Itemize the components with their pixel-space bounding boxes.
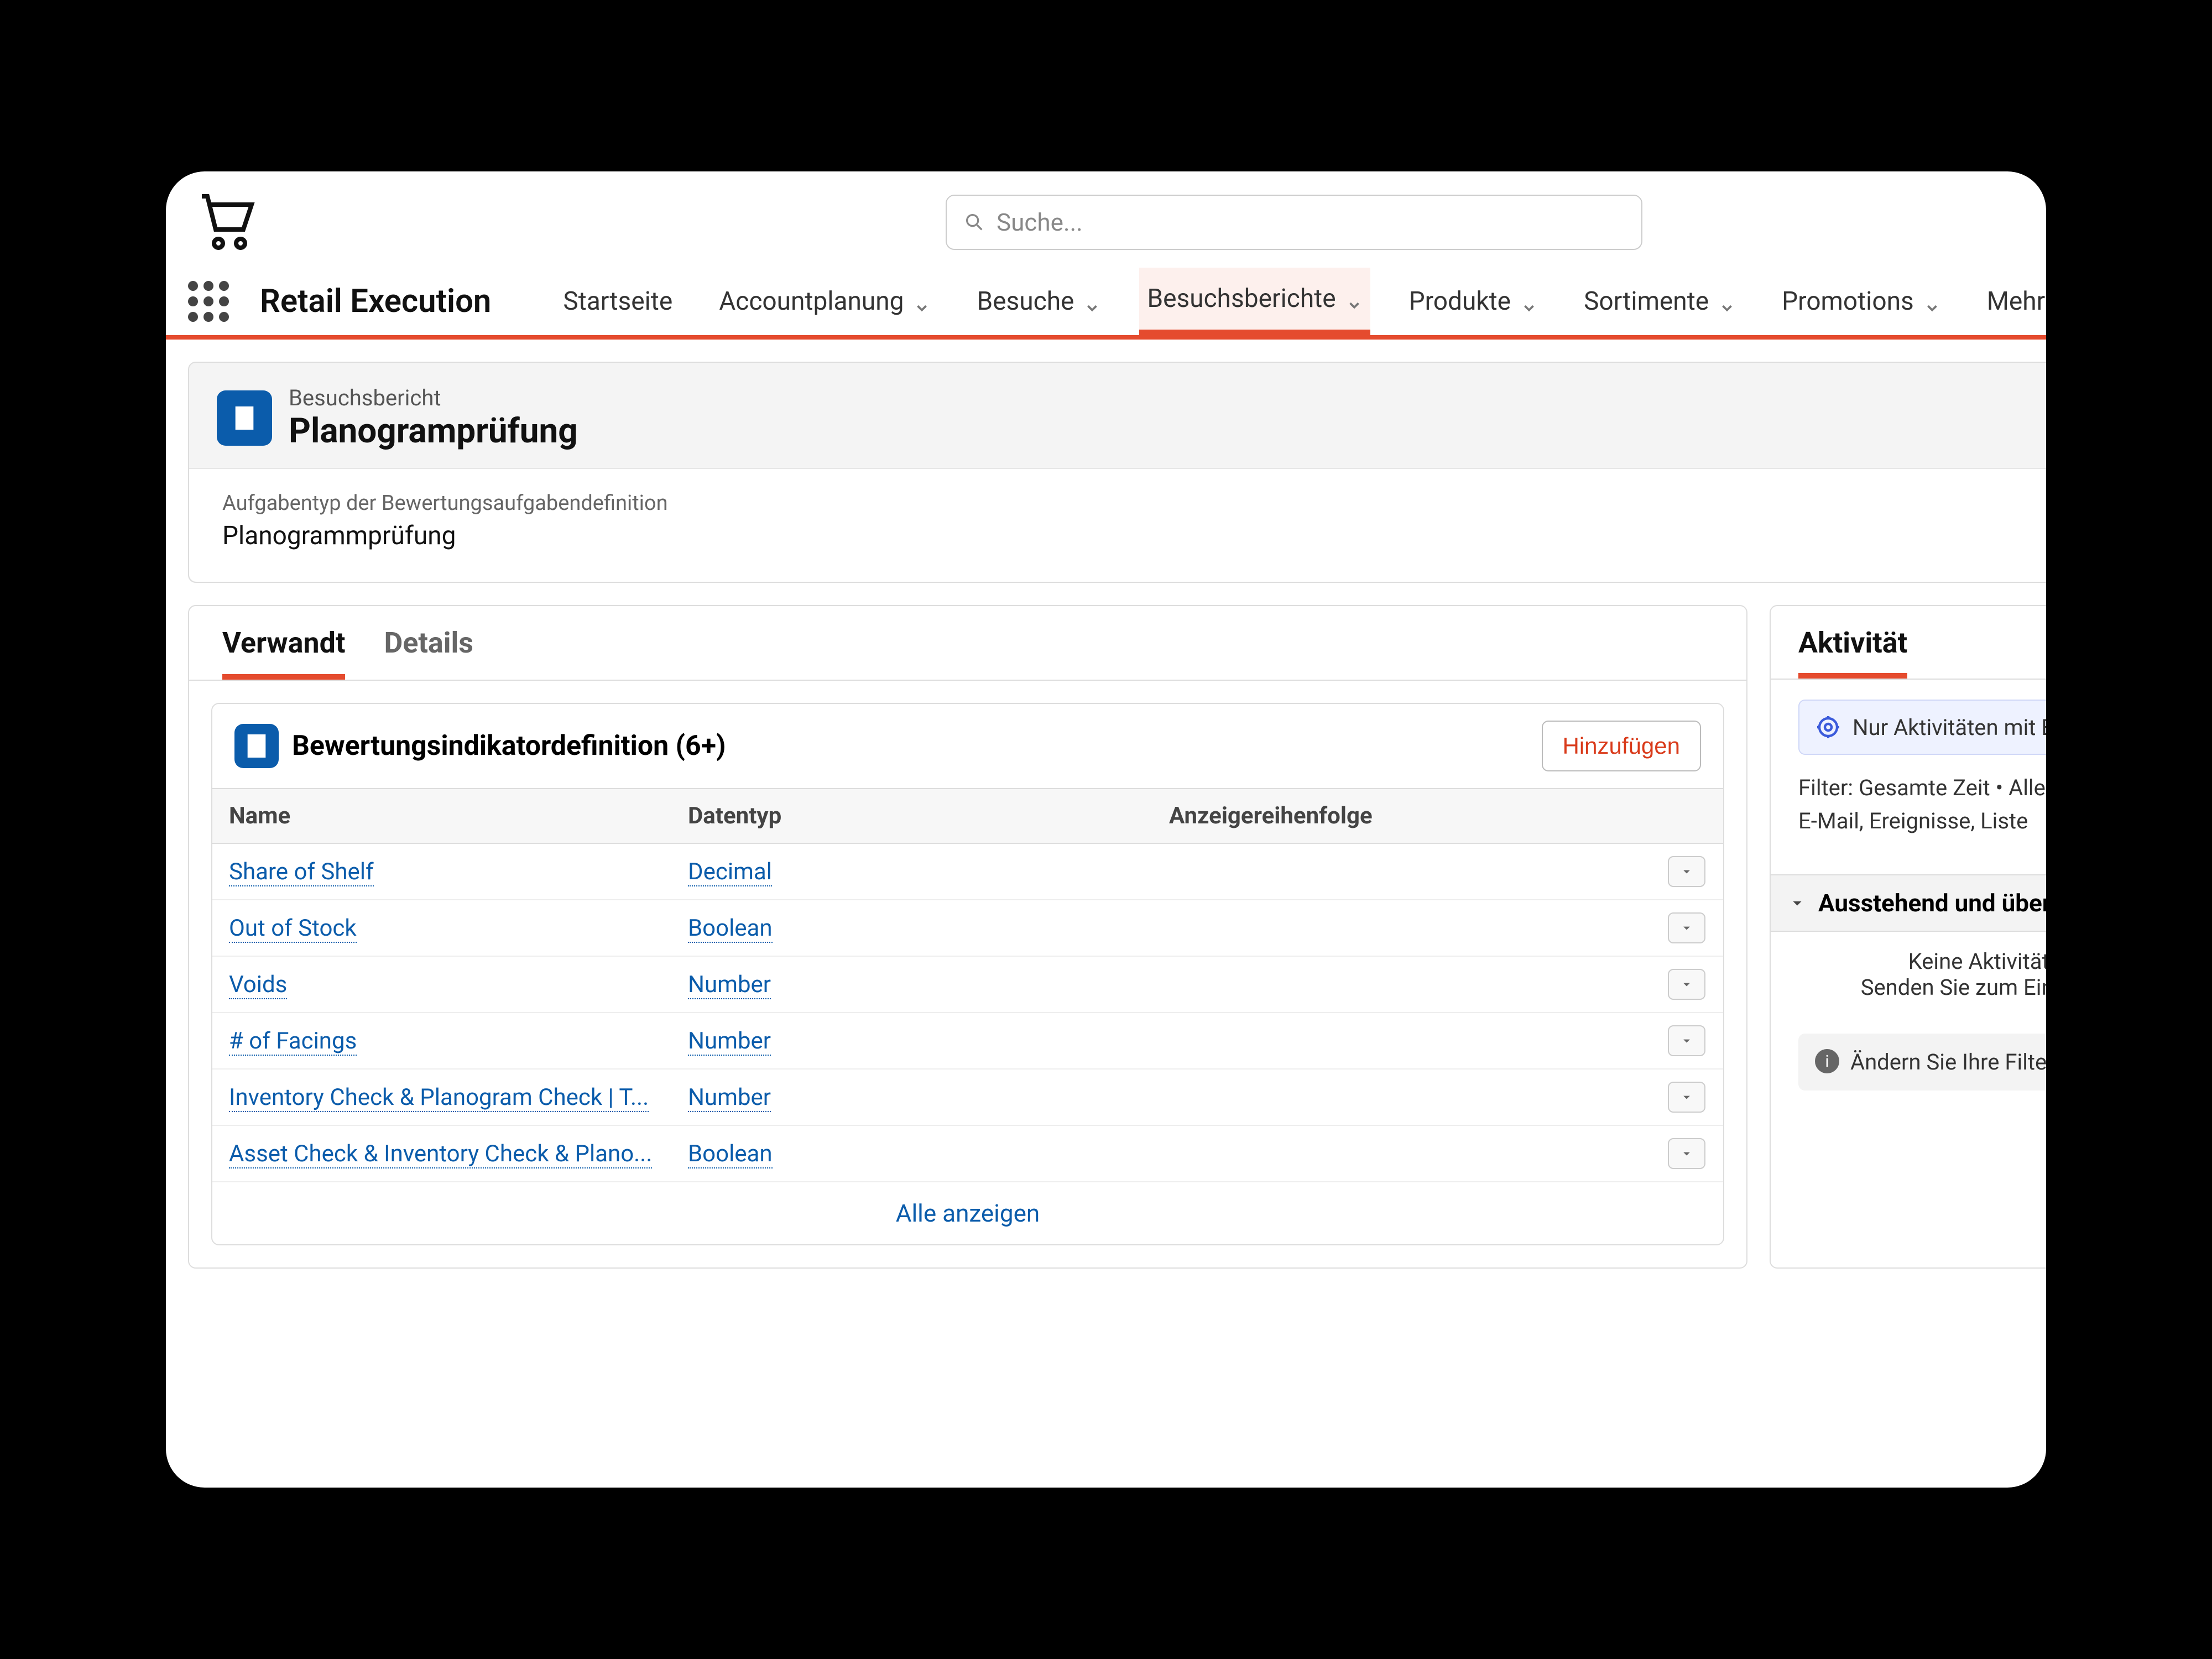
row-datatype-link[interactable]: Number (688, 1084, 771, 1112)
row-name-link[interactable]: Asset Check & Inventory Check & Plano... (229, 1140, 652, 1168)
nav-item-label: Mehr (1987, 286, 2045, 316)
nav-item-label: Sortimente (1584, 286, 1709, 316)
record-object-label: Besuchsbericht (289, 385, 578, 411)
app-name: Retail Execution (260, 283, 491, 320)
activity-section-label: Ausstehend und überfällig (1818, 889, 2046, 917)
row-datatype-link[interactable]: Boolean (688, 915, 773, 943)
nav-item-7[interactable]: Mehr (1979, 268, 2046, 335)
app-logo-cart-icon (194, 188, 260, 257)
nav-item-4[interactable]: Produkte (1401, 268, 1545, 335)
chevron-down-icon (1346, 290, 1363, 307)
tablet-screen: Suche... Retail Execution Startseite Acco… (166, 171, 2046, 1488)
info-icon: i (1815, 1049, 1839, 1073)
table-row: Share of Shelf Decimal (212, 844, 1723, 900)
row-actions-menu[interactable] (1668, 912, 1705, 943)
row-name-link[interactable]: Share of Shelf (229, 858, 374, 886)
row-datatype-link[interactable]: Decimal (688, 858, 772, 886)
tab-details[interactable]: Details (384, 626, 473, 680)
nav-item-2[interactable]: Besuche (969, 268, 1108, 335)
nav-item-label: Besuche (977, 286, 1074, 316)
nav-item-label: Startseite (563, 286, 672, 316)
table-row: Voids Number (212, 957, 1723, 1013)
nav-item-3[interactable]: Besuchsberichte (1139, 268, 1370, 335)
nav-item-0[interactable]: Startseite (555, 268, 680, 335)
activity-section-toggle[interactable]: Ausstehend und überfällig (1771, 874, 2046, 932)
col-header-name: Name (212, 789, 671, 843)
row-name-link[interactable]: Voids (229, 971, 287, 999)
chevron-down-icon (914, 293, 930, 310)
tab-related[interactable]: Verwandt (222, 626, 345, 680)
activity-filter-line2: E-Mail, Ereignisse, Liste (1798, 805, 2046, 838)
table-row: # of Facings Number (212, 1013, 1723, 1070)
row-actions-menu[interactable] (1668, 1138, 1705, 1169)
row-datatype-link[interactable]: Boolean (688, 1140, 773, 1168)
row-name-link[interactable]: # of Facings (229, 1027, 357, 1056)
nav-item-1[interactable]: Accountplanung (711, 268, 938, 335)
app-launcher-icon[interactable] (188, 281, 229, 322)
activity-empty-line1: Keine Aktivitäten anzeigen. (1798, 948, 2046, 974)
table-row: Inventory Check & Planogram Check | T...… (212, 1070, 1723, 1126)
chevron-down-icon (1084, 293, 1100, 310)
nav-item-label: Promotions (1782, 286, 1914, 316)
col-header-order: Anzeigereihenfolge (1152, 789, 1651, 843)
activity-insights-label: Nur Aktivitäten mit Einblicken (1853, 714, 2046, 740)
col-header-datatype: Datentyp (671, 789, 1152, 843)
table-row: Out of Stock Boolean (212, 900, 1723, 957)
row-name-link[interactable]: Inventory Check & Planogram Check | T... (229, 1084, 649, 1112)
nav-item-5[interactable]: Sortimente (1576, 268, 1743, 335)
record-subfield-label: Aufgabentyp der Bewertungsaufgabendefini… (222, 491, 2046, 515)
related-list-icon (234, 724, 279, 768)
row-actions-menu[interactable] (1668, 856, 1705, 887)
global-search-input[interactable]: Suche... (946, 195, 1642, 250)
nav-item-label: Produkte (1409, 286, 1511, 316)
row-actions-menu[interactable] (1668, 969, 1705, 1000)
related-list-title: Bewertungsindikatordefinition (6+) (292, 730, 726, 762)
table-row: Asset Check & Inventory Check & Plano...… (212, 1126, 1723, 1182)
row-actions-menu[interactable] (1668, 1025, 1705, 1056)
row-datatype-link[interactable]: Number (688, 1027, 771, 1056)
record-object-icon (217, 390, 272, 446)
chevron-down-icon (1521, 293, 1537, 310)
view-all-link[interactable]: Alle anzeigen (212, 1182, 1723, 1244)
record-subfield-value: Planogrammprüfung (222, 521, 2046, 551)
tablet-frame: Suche... Retail Execution Startseite Acco… (127, 133, 2085, 1526)
nav-item-label: Accountplanung (719, 286, 904, 316)
related-list-card: Bewertungsindikatordefinition (6+) Hinzu… (211, 703, 1724, 1245)
add-button[interactable]: Hinzufügen (1542, 721, 1701, 771)
activity-empty-line2: Senden Sie zum Einstieg eine E-Mail. (1798, 974, 2046, 1000)
record-header: Besuchsbericht Planogramprüfung Bearbeit… (188, 362, 2046, 583)
activity-note-text: Ändern Sie Ihre Filter, um ändern. (1850, 1049, 2046, 1075)
activity-filter-line1: Filter: Gesamte Zeit • Alle Aktivitäten (1798, 771, 2046, 805)
nav-item-6[interactable]: Promotions (1774, 268, 1948, 335)
row-actions-menu[interactable] (1668, 1082, 1705, 1113)
search-placeholder: Suche... (997, 208, 1083, 237)
row-name-link[interactable]: Out of Stock (229, 915, 357, 943)
nav-item-label: Besuchsberichte (1147, 284, 1335, 314)
row-datatype-link[interactable]: Number (688, 971, 771, 999)
activity-filter-note: i Ändern Sie Ihre Filter, um ändern. (1798, 1034, 2046, 1091)
activity-insights-toggle[interactable]: Nur Aktivitäten mit Einblicken (1798, 700, 2046, 755)
chevron-down-icon (1924, 293, 1940, 310)
record-title: Planogramprüfung (289, 411, 578, 451)
tab-activity[interactable]: Aktivität (1798, 626, 1907, 679)
chevron-down-icon (1719, 293, 1735, 310)
